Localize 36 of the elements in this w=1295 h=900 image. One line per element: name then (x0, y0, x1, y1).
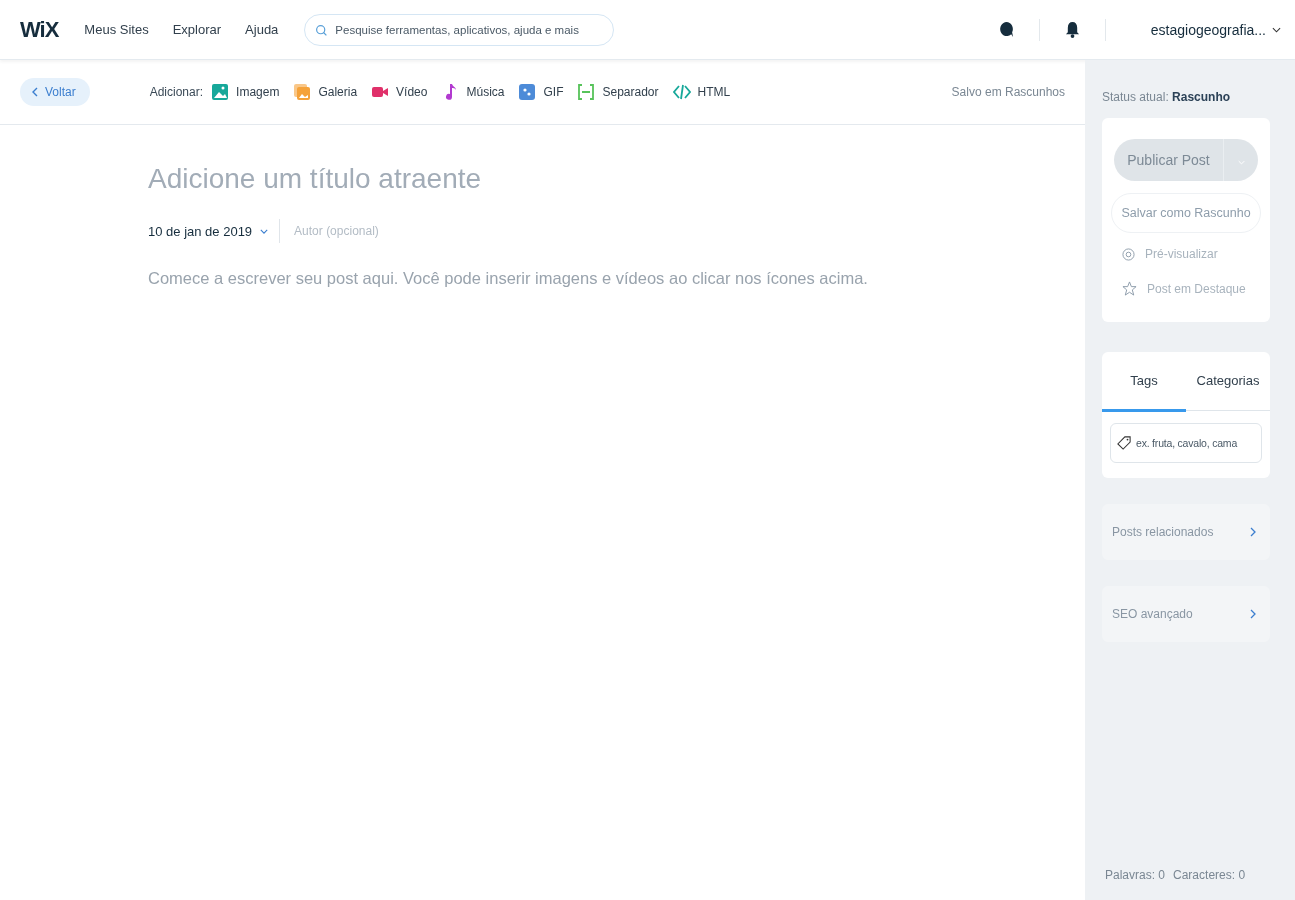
account-menu[interactable]: estagiogeografia... (1150, 21, 1281, 38)
tab[interactable]: Tags (1102, 352, 1186, 412)
tab[interactable]: Categorias (1186, 352, 1270, 412)
add-divider-button[interactable]: Separador (577, 83, 659, 101)
eye-icon (1122, 247, 1135, 261)
add-image-button[interactable]: Imagem (211, 83, 280, 101)
add-html-button[interactable]: HTML (672, 83, 731, 101)
back-button[interactable]: Voltar (20, 78, 90, 106)
nav-link[interactable]: Ajuda (245, 22, 279, 37)
author-field[interactable]: Autor (opcional) (292, 223, 497, 239)
status-text: Status atual: Rascunho (1102, 90, 1232, 104)
nav-link[interactable]: Explorar (172, 22, 222, 37)
search-field[interactable]: Pesquise ferramentas, aplicativos, ajuda e mais (304, 13, 615, 46)
tag-icon (1117, 436, 1131, 450)
chevron-down-icon (260, 228, 269, 234)
date-picker[interactable]: 10 de jan de 2019 (148, 219, 281, 243)
chevron-left-icon (32, 87, 38, 97)
chevron-right-icon (1250, 527, 1256, 537)
chat-bubble-icon (998, 21, 1014, 38)
save-status: Salvo em Rascunhos (951, 85, 1065, 99)
add-gallery-button[interactable]: Galeria (293, 83, 358, 101)
search-icon (315, 23, 329, 37)
tag-input-field[interactable]: ex. fruta, cavalo, cama (1110, 423, 1262, 463)
chevron-down-icon (1272, 26, 1281, 33)
add-label: Adicionar: (149, 85, 204, 99)
word-count: Palavras: 0 (1105, 868, 1166, 882)
add-gif-button[interactable]: GIF (518, 83, 564, 101)
chevron-right-icon (1250, 609, 1256, 619)
star-icon (1122, 281, 1137, 296)
nav-link[interactable]: Meus Sites (84, 22, 149, 37)
add-video-button[interactable]: Vídeo (371, 83, 428, 101)
wix-logo[interactable]: WiX (20, 16, 59, 43)
add-music-button[interactable]: Música (441, 83, 505, 101)
bell-icon (1064, 21, 1080, 38)
title-field[interactable]: Adicione um título atraente (148, 163, 948, 195)
word-count: Caracteres: 0 (1173, 868, 1246, 882)
